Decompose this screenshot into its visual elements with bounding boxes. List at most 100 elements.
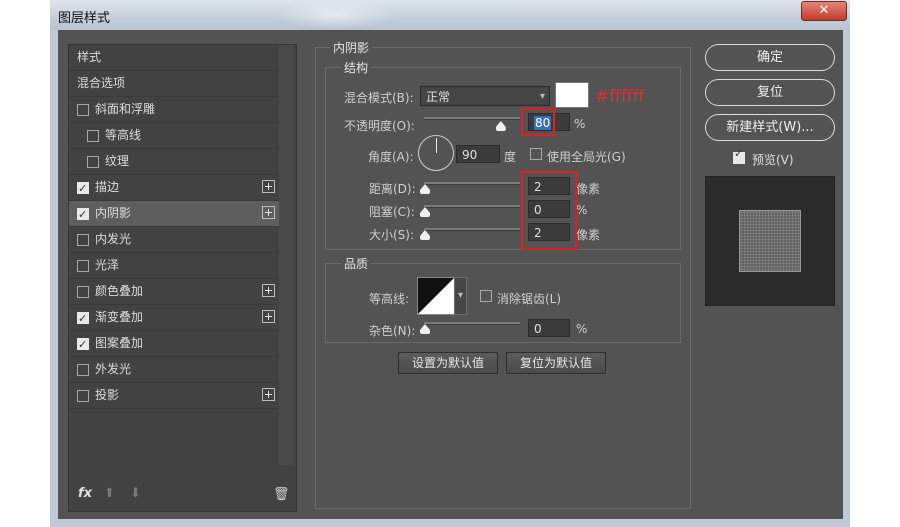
anti-alias-label: 消除锯齿(L)	[497, 292, 562, 306]
contour-curve-icon	[418, 278, 454, 314]
angle-field[interactable]: 90	[456, 145, 500, 163]
style-item-label: 渐变叠加	[95, 310, 144, 324]
style-item-label: 图案叠加	[95, 336, 144, 350]
highlight-box-distance-choke-size	[521, 171, 577, 250]
distance-slider[interactable]	[424, 182, 520, 185]
new-style-button[interactable]: 新建样式(W)...	[705, 114, 835, 141]
anti-alias-checkbox[interactable]	[480, 290, 492, 302]
contour-label: 等高线:	[369, 292, 410, 306]
style-list-scrollbar[interactable]	[279, 45, 294, 465]
style-item-label: 等高线	[105, 128, 142, 142]
add-icon[interactable]	[262, 206, 275, 219]
title-bar[interactable]	[50, 0, 850, 30]
style-item-checkbox[interactable]	[87, 130, 99, 142]
move-down-icon[interactable]: ⬇	[130, 486, 141, 501]
highlight-box-opacity	[521, 108, 555, 136]
size-unit: 像素	[576, 228, 601, 242]
style-item-8[interactable]: 内发光	[69, 227, 279, 253]
preview-checkbox[interactable]	[733, 147, 745, 164]
style-item-checkbox[interactable]	[87, 156, 99, 168]
style-item-1[interactable]: 样式	[69, 45, 279, 71]
shadow-color-swatch[interactable]	[555, 82, 589, 108]
opacity-slider[interactable]	[424, 117, 520, 120]
chevron-down-icon: ▾	[457, 290, 464, 301]
style-item-label: 内发光	[95, 232, 132, 246]
reset-button[interactable]: 复位	[705, 79, 835, 106]
style-item-9[interactable]: 光泽	[69, 253, 279, 279]
distance-label: 距离(D):	[369, 182, 416, 196]
style-item-5[interactable]: 纹理	[69, 149, 279, 175]
style-item-checkbox[interactable]	[77, 364, 89, 376]
style-item-11[interactable]: 渐变叠加	[69, 305, 279, 331]
trash-icon[interactable]: 🗑	[273, 487, 290, 502]
contour-picker[interactable]	[417, 277, 455, 315]
style-item-checkbox[interactable]	[77, 286, 89, 298]
style-item-2[interactable]: 混合选项	[69, 71, 279, 97]
style-item-label: 颜色叠加	[95, 284, 144, 298]
style-item-checkbox[interactable]	[77, 104, 89, 116]
style-item-label: 外发光	[95, 362, 132, 376]
structure-title: 结构	[341, 59, 372, 76]
style-item-3[interactable]: 斜面和浮雕	[69, 97, 279, 123]
choke-slider[interactable]	[424, 205, 520, 208]
section-title: 内阴影	[330, 39, 373, 56]
blend-mode-label: 混合模式(B):	[344, 91, 414, 105]
window-frame-right	[843, 30, 850, 527]
style-item-6[interactable]: 描边	[69, 175, 279, 201]
style-item-checkbox[interactable]	[77, 332, 89, 357]
color-hex-annotation: #ffffff	[595, 87, 645, 107]
fx-icon[interactable]: fx	[78, 486, 92, 501]
global-light-label: 使用全局光(G)	[547, 150, 626, 164]
noise-label: 杂色(N):	[369, 324, 416, 338]
style-item-checkbox[interactable]	[77, 202, 89, 227]
style-item-10[interactable]: 颜色叠加	[69, 279, 279, 305]
quality-title: 品质	[341, 255, 372, 272]
ok-button[interactable]: 确定	[705, 44, 835, 71]
style-item-label: 混合选项	[77, 76, 126, 90]
style-item-label: 内阴影	[95, 206, 132, 220]
move-up-icon[interactable]: ⬆	[104, 486, 115, 501]
reset-default-button[interactable]: 复位为默认值	[506, 352, 606, 374]
blend-mode-select[interactable]: 正常 ▾	[420, 86, 550, 106]
preview-swatch	[739, 210, 801, 272]
contour-dropdown[interactable]: ▾	[454, 277, 467, 315]
style-item-label: 纹理	[105, 154, 130, 168]
style-item-checkbox[interactable]	[77, 306, 89, 331]
close-button[interactable]: ✕	[801, 1, 847, 21]
add-icon[interactable]	[262, 388, 275, 401]
angle-dial-needle	[436, 138, 437, 153]
opacity-label: 不透明度(O):	[344, 119, 415, 133]
add-icon[interactable]	[262, 180, 275, 193]
angle-dial[interactable]	[418, 135, 454, 171]
add-icon[interactable]	[262, 284, 275, 297]
opacity-unit: %	[574, 117, 586, 131]
global-light-checkbox[interactable]	[530, 148, 542, 160]
style-item-label: 光泽	[95, 258, 120, 272]
window-frame-bottom	[50, 519, 850, 527]
style-item-checkbox[interactable]	[77, 260, 89, 272]
style-item-4[interactable]: 等高线	[69, 123, 279, 149]
noise-slider[interactable]	[424, 322, 520, 325]
style-item-label: 斜面和浮雕	[95, 102, 156, 116]
size-label: 大小(S):	[369, 228, 415, 242]
angle-label: 角度(A):	[368, 150, 414, 164]
choke-unit: %	[576, 203, 588, 217]
style-item-checkbox[interactable]	[77, 390, 89, 402]
preview-label: 预览(V)	[752, 153, 794, 167]
chevron-down-icon: ▾	[539, 91, 545, 102]
choke-label: 阻塞(C):	[369, 205, 415, 219]
noise-field[interactable]: 0	[528, 319, 570, 337]
make-default-button[interactable]: 设置为默认值	[398, 352, 498, 374]
style-item-label: 投影	[95, 388, 120, 402]
style-item-13[interactable]: 外发光	[69, 357, 279, 383]
style-item-14[interactable]: 投影	[69, 383, 279, 409]
size-slider[interactable]	[424, 228, 520, 231]
style-item-checkbox[interactable]	[77, 176, 89, 201]
style-item-7[interactable]: 内阴影	[69, 201, 279, 227]
add-icon[interactable]	[262, 310, 275, 323]
style-item-12[interactable]: 图案叠加	[69, 331, 279, 357]
style-item-checkbox[interactable]	[77, 234, 89, 246]
style-item-label: 描边	[95, 180, 120, 194]
distance-unit: 像素	[576, 182, 601, 196]
angle-unit: 度	[504, 150, 517, 164]
